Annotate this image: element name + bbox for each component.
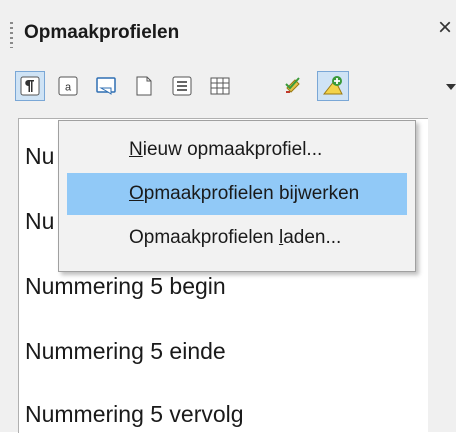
panel-title-bar: Opmaakprofielen × bbox=[0, 0, 456, 62]
styles-toolbar: a bbox=[0, 62, 456, 114]
paragraph-styles-icon bbox=[20, 76, 40, 96]
fill-format-mode-icon bbox=[285, 77, 300, 93]
scrollbar-track[interactable] bbox=[428, 118, 456, 432]
styles-actions-button[interactable] bbox=[317, 71, 349, 101]
styles-actions-menu: Nieuw opmaakprofiel... Opmaakprofielen b… bbox=[58, 120, 416, 272]
styles-sidebar-panel: Opmaakprofielen × a Nu Nu Nummering 5 be… bbox=[0, 0, 456, 433]
menu-item-label: Opmaakprofielen bijwerken bbox=[129, 183, 360, 204]
menu-item-label: Opmaakprofielen laden... bbox=[129, 227, 342, 248]
list-item[interactable]: Nu bbox=[25, 208, 54, 235]
styles-actions-icon bbox=[322, 76, 343, 95]
panel-title: Opmaakprofielen bbox=[24, 22, 180, 43]
drag-grip-icon[interactable] bbox=[10, 22, 13, 48]
table-styles-button[interactable] bbox=[206, 72, 234, 100]
frame-styles-button[interactable] bbox=[92, 72, 120, 100]
menu-item-update-style[interactable]: Opmaakprofielen bijwerken bbox=[67, 173, 407, 215]
fill-format-mode-button[interactable] bbox=[280, 72, 308, 100]
character-styles-button[interactable]: a bbox=[54, 72, 82, 100]
menu-item-label: Nieuw opmaakprofiel... bbox=[129, 139, 323, 160]
page-styles-icon bbox=[136, 76, 152, 96]
list-item[interactable]: Nu bbox=[25, 143, 54, 170]
frame-styles-icon bbox=[96, 77, 116, 95]
list-styles-icon bbox=[172, 76, 192, 96]
list-item[interactable]: Nummering 5 einde bbox=[25, 338, 226, 365]
table-styles-icon bbox=[210, 77, 230, 95]
menu-item-load-styles[interactable]: Opmaakprofielen laden... bbox=[67, 217, 407, 259]
close-panel-button[interactable]: × bbox=[438, 16, 452, 40]
menu-item-new-style[interactable]: Nieuw opmaakprofiel... bbox=[67, 129, 407, 171]
list-styles-button[interactable] bbox=[168, 72, 196, 100]
list-item[interactable]: Nummering 5 begin bbox=[25, 273, 226, 300]
list-item[interactable]: Nummering 5 vervolg bbox=[25, 401, 244, 428]
styles-actions-dropdown-arrow-icon[interactable] bbox=[446, 84, 456, 90]
page-styles-button[interactable] bbox=[130, 72, 158, 100]
character-styles-icon: a bbox=[58, 76, 78, 96]
svg-text:a: a bbox=[65, 82, 72, 94]
paragraph-styles-button[interactable] bbox=[15, 71, 45, 101]
